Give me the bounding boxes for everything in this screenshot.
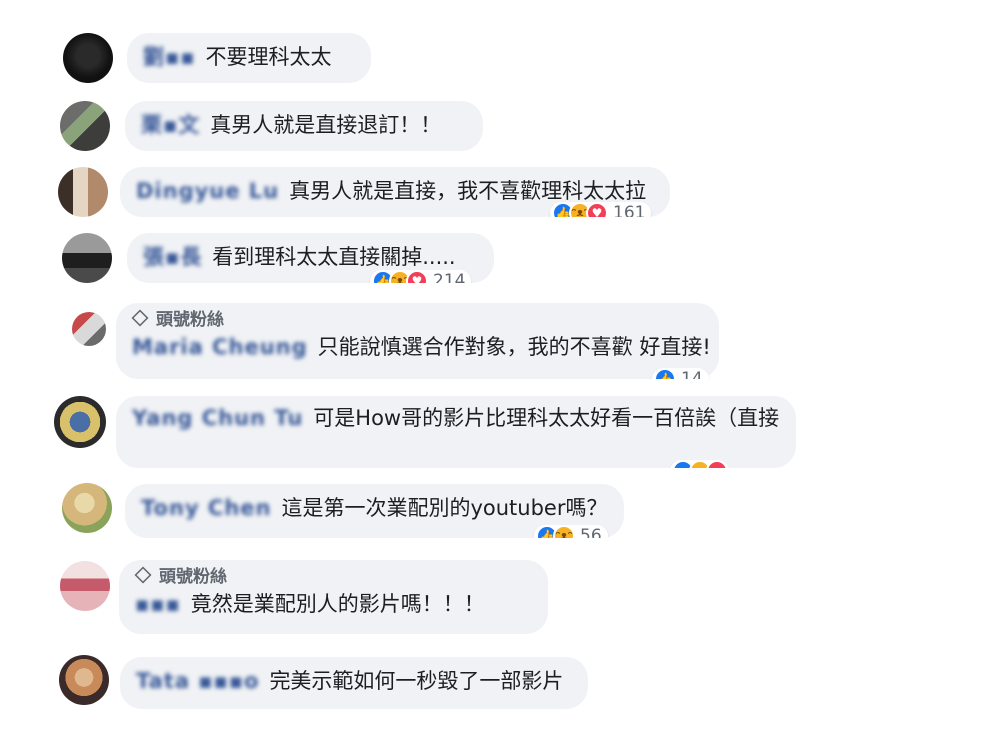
- avatar[interactable]: [60, 101, 110, 151]
- commenter-name[interactable]: 栗▪文: [141, 111, 200, 139]
- avatar[interactable]: [63, 33, 113, 83]
- love-icon: [706, 460, 728, 468]
- reaction-count: 14: [681, 369, 703, 379]
- reaction-summary[interactable]: 👍 ᵔᴥᵔ ♥ 214: [370, 270, 472, 283]
- haha-icon: ᵔᴥᵔ: [553, 525, 575, 538]
- love-icon: ♥: [586, 202, 608, 217]
- top-fan-badge: 頭號粉絲: [131, 309, 703, 331]
- comment-text: 真男人就是直接，我不喜歡理科太太拉: [289, 179, 647, 203]
- reaction-summary[interactable]: 👍 ᵔᴥᵔ ♥ 161: [550, 202, 652, 217]
- top-fan-badge: 頭號粉絲: [134, 566, 532, 588]
- avatar[interactable]: [62, 233, 112, 283]
- like-icon: 👍: [654, 368, 676, 379]
- commenter-name[interactable]: Tony Chen: [141, 494, 271, 522]
- top-fan-label: 頭號粉絲: [156, 310, 224, 330]
- commenter-name[interactable]: Dingyue Lu: [136, 177, 279, 205]
- reaction-summary[interactable]: 👍 14: [652, 368, 709, 379]
- comment-text: 這是第一次業配別的youtuber嗎？: [281, 496, 608, 520]
- comment-bubble: 劉▪▪ 不要理科太太: [127, 33, 371, 83]
- comment-bubble: 頭號粉絲 ▪▪▪ 竟然是業配別人的影片嗎！！！: [119, 560, 548, 634]
- comment-text: 完美示範如何一秒毀了一部影片: [269, 669, 564, 693]
- commenter-name[interactable]: 劉▪▪: [143, 43, 195, 71]
- commenter-name[interactable]: Maria Cheung: [132, 333, 308, 361]
- comment-text: 可是How哥的影片比理科太太好看一百倍誒（直接: [313, 406, 780, 430]
- commenter-name[interactable]: ▪▪▪: [135, 590, 181, 618]
- reaction-count: 161: [613, 203, 646, 217]
- comment-bubble: 栗▪文 真男人就是直接退訂！！: [125, 101, 483, 151]
- commenter-name[interactable]: Yang Chun Tu: [132, 404, 303, 432]
- top-fan-label: 頭號粉絲: [159, 567, 227, 587]
- avatar[interactable]: [72, 312, 106, 346]
- commenter-name[interactable]: Tata ▪▪▪o: [136, 667, 259, 695]
- reaction-count: 56: [580, 526, 602, 538]
- comment-text: 不要理科太太: [205, 45, 332, 69]
- avatar[interactable]: [54, 396, 106, 448]
- avatar[interactable]: [59, 655, 109, 705]
- reaction-summary[interactable]: [670, 460, 729, 468]
- diamond-icon: [134, 566, 152, 584]
- reaction-count: 214: [433, 271, 466, 283]
- avatar[interactable]: [58, 167, 108, 217]
- comment-bubble: 頭號粉絲 Maria Cheung 只能說慎選合作對象，我的不喜歡 好直接!: [116, 303, 719, 379]
- comment-bubble: Yang Chun Tu 可是How哥的影片比理科太太好看一百倍誒（直接: [116, 396, 796, 468]
- avatar[interactable]: [62, 483, 112, 533]
- comment-text: 真男人就是直接退訂！！: [210, 113, 442, 137]
- comment-text: 竟然是業配別人的影片嗎！！！: [190, 592, 485, 616]
- avatar[interactable]: [60, 561, 110, 611]
- comment-text: 只能說慎選合作對象，我的不喜歡 好直接!: [317, 335, 711, 359]
- comment-bubble: Tata ▪▪▪o 完美示範如何一秒毀了一部影片: [120, 657, 588, 709]
- commenter-name[interactable]: 張▪長: [143, 243, 202, 271]
- reaction-summary[interactable]: 👍 ᵔᴥᵔ 56: [534, 525, 608, 538]
- love-icon: ♥: [406, 270, 428, 283]
- diamond-icon: [131, 309, 149, 327]
- comment-text: 看到理科太太直接關掉.....: [212, 245, 456, 269]
